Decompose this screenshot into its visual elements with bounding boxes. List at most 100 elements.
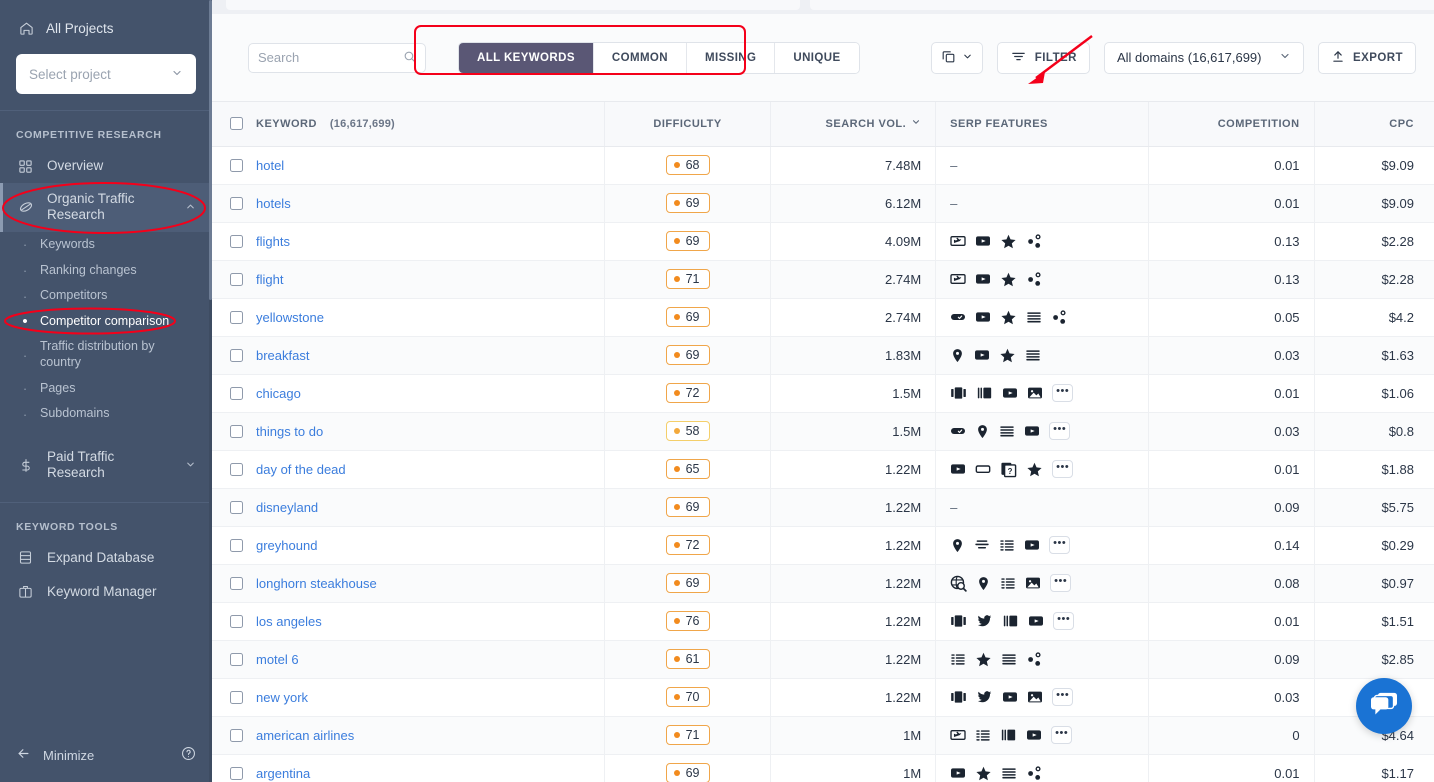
serp-image-icon[interactable] xyxy=(1027,385,1043,401)
serp-columns-icon[interactable] xyxy=(1002,613,1019,629)
row-checkbox[interactable] xyxy=(230,614,243,628)
tab-common[interactable]: COMMON xyxy=(593,42,687,73)
keyword-link[interactable]: disneyland xyxy=(256,500,318,515)
table-row[interactable]: things to do 58 1.5M ••• 0.03 $0.8 xyxy=(212,412,1434,451)
serp-more-button[interactable]: ••• xyxy=(1053,612,1075,630)
column-header-difficulty[interactable]: DIFFICULTY xyxy=(604,102,771,147)
sidebar-item-overview[interactable]: Overview xyxy=(0,149,212,183)
domains-dropdown[interactable]: All domains (16,617,699) xyxy=(1103,41,1304,74)
keyword-link[interactable]: chicago xyxy=(256,386,301,401)
serp-video-icon[interactable] xyxy=(975,309,991,325)
serp-columns-icon[interactable] xyxy=(976,385,993,401)
serp-video-icon[interactable] xyxy=(1028,613,1044,629)
serp-related-icon[interactable] xyxy=(1051,309,1068,326)
table-row[interactable]: hotel 68 7.48M – 0.01 $9.09 xyxy=(212,146,1434,185)
serp-list-icon[interactable] xyxy=(999,537,1015,553)
serp-carousel-icon[interactable] xyxy=(950,385,967,401)
keyword-link[interactable]: hotel xyxy=(256,158,284,173)
keyword-link[interactable]: motel 6 xyxy=(256,652,299,667)
help-icon[interactable] xyxy=(181,746,196,764)
tab-unique[interactable]: UNIQUE xyxy=(775,42,859,73)
serp-more-button[interactable]: ••• xyxy=(1051,726,1073,744)
keyword-link[interactable]: new york xyxy=(256,690,308,705)
search-input-wrapper[interactable] xyxy=(248,42,426,73)
serp-list-icon[interactable] xyxy=(950,651,966,667)
serp-twitter-icon[interactable] xyxy=(976,689,993,705)
row-checkbox[interactable] xyxy=(230,386,243,400)
serp-align-icon[interactable] xyxy=(974,537,990,553)
project-select[interactable]: Select project xyxy=(16,54,196,94)
serp-twitter-icon[interactable] xyxy=(976,613,993,629)
serp-video-icon[interactable] xyxy=(975,233,991,249)
serp-local-icon[interactable] xyxy=(950,537,965,554)
row-checkbox[interactable] xyxy=(230,310,243,324)
serp-related-icon[interactable] xyxy=(1026,651,1043,668)
table-row[interactable]: american airlines 71 1M ••• 0 $4.64 xyxy=(212,716,1434,755)
serp-knowledge-icon[interactable] xyxy=(950,423,966,439)
table-row[interactable]: flight 71 2.74M 0.13 $2.28 xyxy=(212,260,1434,299)
row-checkbox[interactable] xyxy=(230,272,243,286)
serp-star-icon[interactable] xyxy=(1026,461,1043,478)
column-header-serp-features[interactable]: SERP FEATURES xyxy=(935,102,1150,147)
tab-ghost-1[interactable] xyxy=(226,0,800,10)
serp-image-icon[interactable] xyxy=(1025,575,1041,591)
sidebar-subitem-competitor-comparison[interactable]: • Competitor comparison xyxy=(0,309,212,335)
table-row[interactable]: yellowstone 69 2.74M 0.05 $4.2 xyxy=(212,298,1434,337)
serp-video-icon[interactable] xyxy=(1024,423,1040,439)
serp-carousel-icon[interactable] xyxy=(950,689,967,705)
row-checkbox[interactable] xyxy=(230,500,243,514)
table-row[interactable]: greyhound 72 1.22M ••• 0.14 $0.29 xyxy=(212,526,1434,565)
select-all-checkbox[interactable] xyxy=(230,117,243,131)
serp-video-icon[interactable] xyxy=(975,271,991,287)
row-checkbox[interactable] xyxy=(230,348,243,362)
table-row[interactable]: chicago 72 1.5M ••• 0.01 $1.06 xyxy=(212,374,1434,413)
keyword-link[interactable]: longhorn steakhouse xyxy=(256,576,377,591)
sidebar-subitem-ranking-changes[interactable]: · Ranking changes xyxy=(0,258,212,284)
serp-list-icon[interactable] xyxy=(1000,575,1016,591)
keyword-link[interactable]: greyhound xyxy=(256,538,317,553)
serp-video-icon[interactable] xyxy=(974,347,990,363)
serp-text-icon[interactable] xyxy=(999,423,1015,439)
serp-sitesearch-icon[interactable] xyxy=(950,575,967,592)
column-header-competition[interactable]: COMPETITION xyxy=(1148,102,1315,147)
sidebar-subitem-pages[interactable]: · Pages xyxy=(0,376,212,402)
column-header-cpc[interactable]: CPC xyxy=(1314,102,1434,147)
tab-all-keywords[interactable]: ALL KEYWORDS xyxy=(459,42,594,73)
serp-text-icon[interactable] xyxy=(1001,651,1017,667)
serp-related-icon[interactable] xyxy=(1026,233,1043,250)
serp-more-button[interactable]: ••• xyxy=(1052,460,1074,478)
keyword-link[interactable]: day of the dead xyxy=(256,462,346,477)
table-row[interactable]: hotels 69 6.12M – 0.01 $9.09 xyxy=(212,184,1434,223)
serp-faq-icon[interactable]: ? xyxy=(1000,461,1017,478)
row-checkbox[interactable] xyxy=(230,728,243,742)
serp-columns-icon[interactable] xyxy=(1000,727,1017,743)
serp-text-icon[interactable] xyxy=(1025,347,1041,363)
serp-more-button[interactable]: ••• xyxy=(1052,384,1074,402)
row-checkbox[interactable] xyxy=(230,424,243,438)
column-header-keyword[interactable]: KEYWORD (16,617,699) xyxy=(212,102,606,147)
table-row[interactable]: day of the dead 65 1.22M? ••• 0.01 $1.88 xyxy=(212,450,1434,489)
serp-more-button[interactable]: ••• xyxy=(1049,536,1071,554)
table-row[interactable]: motel 6 61 1.22M 0.09 $2.85 xyxy=(212,640,1434,679)
table-row[interactable]: flights 69 4.09M 0.13 $2.28 xyxy=(212,222,1434,261)
serp-local-icon[interactable] xyxy=(975,423,990,440)
chat-widget-button[interactable] xyxy=(1356,678,1412,734)
serp-list-icon[interactable] xyxy=(975,727,991,743)
serp-related-icon[interactable] xyxy=(1026,271,1043,288)
copy-button[interactable] xyxy=(930,41,983,74)
table-row[interactable]: new york 70 1.22M ••• 0.03 xyxy=(212,678,1434,717)
serp-video-icon[interactable] xyxy=(1026,727,1042,743)
keyword-link[interactable]: flight xyxy=(256,272,283,287)
row-checkbox[interactable] xyxy=(230,652,243,666)
serp-related-icon[interactable] xyxy=(1026,765,1043,782)
table-row[interactable]: longhorn steakhouse 69 1.22M ••• 0.08 $0.97 xyxy=(212,564,1434,603)
table-row[interactable]: argentina 69 1M 0.01 $1.17 xyxy=(212,754,1434,782)
serp-star-icon[interactable] xyxy=(975,765,992,782)
search-input[interactable] xyxy=(258,50,397,65)
keyword-link[interactable]: yellowstone xyxy=(256,310,324,325)
row-checkbox[interactable] xyxy=(230,158,243,172)
keyword-link[interactable]: flights xyxy=(256,234,290,249)
row-checkbox[interactable] xyxy=(230,766,243,780)
serp-more-button[interactable]: ••• xyxy=(1052,688,1074,706)
keyword-link[interactable]: los angeles xyxy=(256,614,322,629)
